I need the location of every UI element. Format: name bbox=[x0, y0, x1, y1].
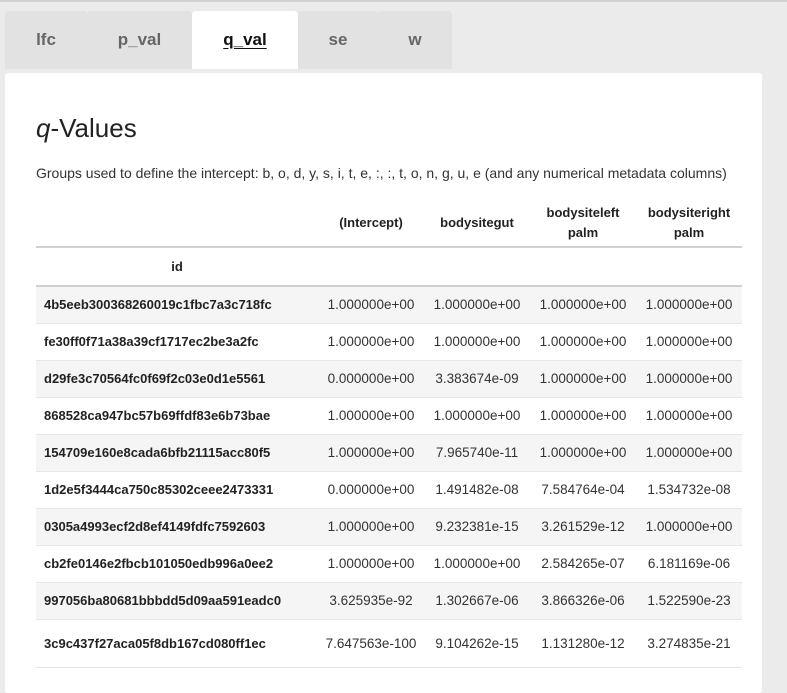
page-title-rest: -Values bbox=[50, 113, 137, 143]
tab-lfc[interactable]: lfc bbox=[5, 11, 87, 69]
row-id: fe30ff0f71a38a39cf1717ec2be3a2fc bbox=[44, 334, 259, 349]
table-cell: 1.000000e+00 bbox=[645, 334, 733, 349]
index-row-blank bbox=[424, 247, 530, 286]
table-cell: 1.491482e-08 bbox=[435, 482, 519, 497]
table-cell: 1.000000e+00 bbox=[539, 408, 627, 423]
column-header: bodysiteright palm bbox=[647, 204, 731, 240]
table-cell: 0.000000e+00 bbox=[327, 371, 415, 386]
table-cell: 3.866326e-06 bbox=[541, 593, 625, 608]
table-cell: 7.647563e-100 bbox=[325, 635, 417, 651]
table-cell: 1.000000e+00 bbox=[327, 297, 415, 313]
table-cell: 3.261529e-12 bbox=[541, 519, 625, 534]
table-cell: 1.000000e+00 bbox=[539, 334, 627, 349]
table-cell: 1.000000e+00 bbox=[433, 408, 521, 423]
index-row-blank bbox=[530, 247, 636, 286]
table-cell: 1.000000e+00 bbox=[539, 297, 627, 313]
table-cell: 1.302667e-06 bbox=[435, 593, 519, 608]
row-id: cb2fe0146e2fbcb101050edb996a0ee2 bbox=[44, 556, 274, 571]
table-cell: 3.274835e-21 bbox=[647, 635, 731, 651]
table-cell: 1.000000e+00 bbox=[327, 445, 415, 460]
table-cell: 1.000000e+00 bbox=[539, 445, 627, 460]
table-cell: 1.522590e-23 bbox=[647, 593, 731, 608]
table-cell: 1.000000e+00 bbox=[645, 445, 733, 460]
table-cell: 9.104262e-15 bbox=[435, 635, 519, 651]
top-rule bbox=[0, 0, 787, 2]
row-id: d29fe3c70564fc0f69f2c03e0d1e5561 bbox=[44, 371, 266, 386]
table-row: 1d2e5f3444ca750c85302ceee2473331 0.00000… bbox=[36, 471, 742, 508]
table-cell: 1.000000e+00 bbox=[539, 371, 627, 386]
row-id: 0305a4993ecf2d8ef4149fdfc7592603 bbox=[44, 519, 266, 534]
page-title: q-Values bbox=[36, 113, 137, 144]
table-row: d29fe3c70564fc0f69f2c03e0d1e5561 0.00000… bbox=[36, 360, 742, 397]
table-cell: 1.000000e+00 bbox=[645, 519, 733, 534]
table-cell: 1.000000e+00 bbox=[433, 556, 521, 571]
table-cell: 7.965740e-11 bbox=[435, 445, 519, 460]
column-header-blank bbox=[36, 199, 318, 247]
page-title-italic: q bbox=[36, 113, 51, 143]
index-name-header: id bbox=[171, 259, 183, 274]
table-cell: 1.000000e+00 bbox=[327, 408, 415, 423]
table-row: 868528ca947bc57b69ffdf83e6b73bae 1.00000… bbox=[36, 397, 742, 434]
column-header: bodysitegut bbox=[440, 214, 514, 230]
table-cell: 3.625935e-92 bbox=[329, 593, 413, 608]
table-cell: 1.000000e+00 bbox=[433, 334, 521, 349]
row-id: 3c9c437f27aca05f8db167cd080ff1ec bbox=[44, 635, 266, 651]
tab-w[interactable]: w bbox=[378, 11, 452, 69]
row-id: 154709e160e8cada6bfb21115acc80f5 bbox=[44, 445, 271, 460]
column-header: (Intercept) bbox=[339, 214, 403, 230]
table-cell: 7.584764e-04 bbox=[541, 482, 625, 497]
table-row: cb2fe0146e2fbcb101050edb996a0ee2 1.00000… bbox=[36, 545, 742, 582]
table-cell: 1.000000e+00 bbox=[433, 297, 521, 313]
table-cell: 1.131280e-12 bbox=[541, 635, 625, 651]
tab-q-val[interactable]: q_val bbox=[192, 11, 298, 69]
table-row: 154709e160e8cada6bfb21115acc80f5 1.00000… bbox=[36, 434, 742, 471]
table-cell: 1.000000e+00 bbox=[645, 297, 733, 313]
table-cell: 3.383674e-09 bbox=[435, 371, 519, 386]
table-row: 997056ba80681bbbdd5d09aa591eadc0 3.62593… bbox=[36, 582, 742, 619]
table-cell: 1.000000e+00 bbox=[327, 556, 415, 571]
intercept-description: Groups used to define the intercept: b, … bbox=[36, 165, 727, 181]
table-cell: 1.000000e+00 bbox=[327, 519, 415, 534]
table-row: 3c9c437f27aca05f8db167cd080ff1ec 7.64756… bbox=[36, 619, 742, 667]
row-id: 868528ca947bc57b69ffdf83e6b73bae bbox=[44, 408, 271, 423]
table-header-row: (Intercept) bodysitegut bodysiteleft pal… bbox=[36, 199, 742, 247]
index-row-blank bbox=[318, 247, 424, 286]
index-row-blank bbox=[636, 247, 742, 286]
table-cell: 1.000000e+00 bbox=[645, 371, 733, 386]
table-cell: 1.000000e+00 bbox=[327, 334, 415, 349]
tab-p-val[interactable]: p_val bbox=[87, 11, 192, 69]
row-id: 4b5eeb300368260019c1fbc7a3c718fc bbox=[44, 297, 272, 313]
q-values-table: (Intercept) bodysitegut bodysiteleft pal… bbox=[36, 199, 742, 668]
content-panel: q-Values Groups used to define the inter… bbox=[5, 73, 762, 693]
tab-bar: lfc p_val q_val se w bbox=[5, 11, 452, 69]
index-name-row: id bbox=[36, 247, 742, 286]
row-id: 997056ba80681bbbdd5d09aa591eadc0 bbox=[44, 593, 282, 608]
table-row: 0305a4993ecf2d8ef4149fdfc7592603 1.00000… bbox=[36, 508, 742, 545]
table-row: 4b5eeb300368260019c1fbc7a3c718fc 1.00000… bbox=[36, 286, 742, 323]
table-row: fe30ff0f71a38a39cf1717ec2be3a2fc 1.00000… bbox=[36, 323, 742, 360]
table-cell: 1.534732e-08 bbox=[647, 482, 731, 497]
table-cell: 0.000000e+00 bbox=[327, 482, 415, 497]
tab-se[interactable]: se bbox=[298, 11, 378, 69]
table-cell: 1.000000e+00 bbox=[645, 408, 733, 423]
table-cell: 6.181169e-06 bbox=[647, 556, 731, 571]
row-id: 1d2e5f3444ca750c85302ceee2473331 bbox=[44, 482, 274, 497]
column-header: bodysiteleft palm bbox=[546, 204, 620, 240]
table-cell: 2.584265e-07 bbox=[541, 556, 625, 571]
table-cell: 9.232381e-15 bbox=[435, 519, 519, 534]
